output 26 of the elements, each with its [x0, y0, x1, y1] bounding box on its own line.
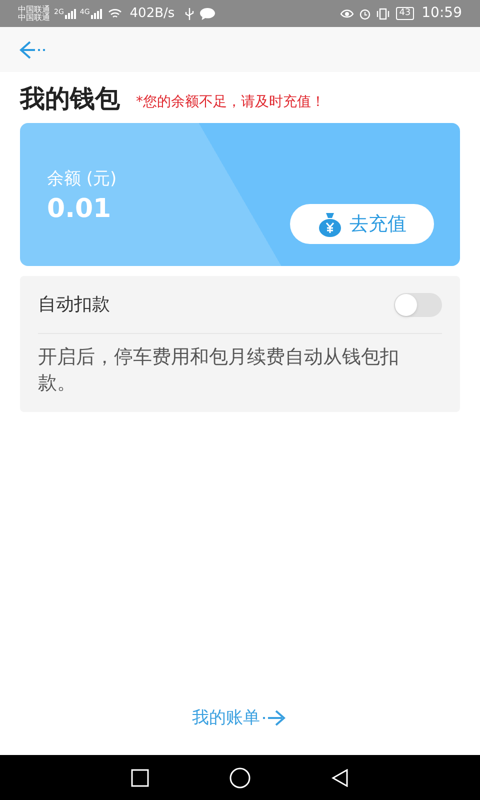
chat-icon: [200, 8, 215, 20]
back-icon[interactable]: [18, 40, 48, 60]
carrier-name: 中国联通: [18, 14, 50, 22]
page-title: 我的钱包: [20, 86, 120, 111]
balance-label: 余额 (元): [47, 168, 117, 191]
bill-link[interactable]: 我的账单: [192, 706, 288, 731]
auto-pay-label: 自动扣款: [38, 293, 110, 317]
auto-pay-description: 开启后，停车费用和包月续费自动从钱包扣款。: [38, 345, 400, 396]
balance-warning: *您的余额不足，请及时充值！: [136, 95, 325, 109]
clock-time: 10:59: [422, 4, 462, 23]
carrier-name: 中国联通: [18, 6, 50, 14]
triangle-icon[interactable]: [331, 768, 349, 786]
square-icon[interactable]: [131, 768, 149, 786]
eye-icon: [340, 8, 354, 18]
alarm-icon: [359, 8, 372, 20]
money-bag-icon: [318, 211, 342, 237]
battery-level: 43: [396, 7, 414, 20]
network-speed: 402B/s: [130, 4, 175, 23]
usb-icon: [184, 8, 194, 20]
balance-amount: 0.01: [47, 192, 112, 225]
wifi-icon: [108, 8, 122, 19]
vibrate-icon: [376, 8, 390, 20]
auto-pay-switch[interactable]: [394, 292, 442, 316]
recharge-button[interactable]: 去充值: [290, 204, 434, 244]
arrow-icon: [262, 709, 288, 728]
circle-icon[interactable]: [229, 766, 251, 788]
